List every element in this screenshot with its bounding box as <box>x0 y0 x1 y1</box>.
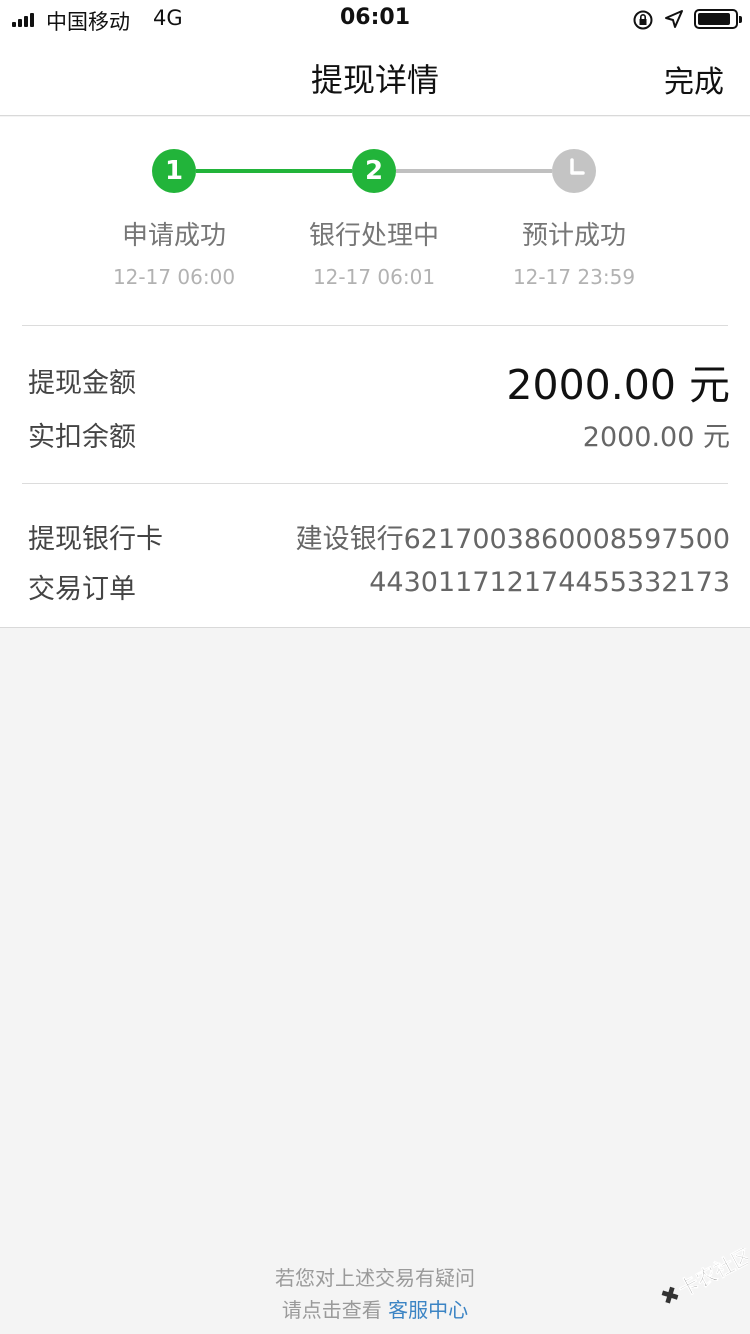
order-label: 交易订单 <box>28 574 136 605</box>
step-2-label: 银行处理中 <box>308 221 439 251</box>
step-connector-pending <box>396 169 552 173</box>
customer-service-link[interactable]: 客服中心 <box>388 1298 468 1322</box>
amount-value: 2000.00 元 <box>506 361 730 409</box>
order-number-value: 443011712174455332173 <box>369 567 730 598</box>
bank-card-label: 提现银行卡 <box>28 524 163 555</box>
watermark-text: 卡农社区 <box>674 1248 748 1302</box>
battery-icon <box>694 9 742 29</box>
help-footer: 若您对上述交易有疑问 请点击查看 客服中心 <box>0 1262 750 1326</box>
step-1-label: 申请成功 <box>121 221 226 251</box>
amount-label: 提现金额 <box>28 368 136 399</box>
header-area: 中国移动 4G 06:01 提现详情 完成 <box>0 0 750 116</box>
location-icon <box>665 10 683 28</box>
step-2-indicator: 2 <box>352 149 396 193</box>
step-1-indicator: 1 <box>152 149 196 193</box>
step-3-label: 预计成功 <box>521 221 626 251</box>
help-text: 若您对上述交易有疑问 <box>275 1266 475 1290</box>
deducted-balance-value: 2000.00 元 <box>582 422 730 453</box>
bank-card-value: 建设银行6217003860008597500 <box>295 524 730 555</box>
page-title: 提现详情 <box>310 61 439 99</box>
step-2-time: 12-17 06:01 <box>312 265 436 289</box>
divider <box>22 325 728 326</box>
rotation-lock-icon <box>633 10 653 30</box>
step-3-time: 12-17 23:59 <box>512 265 636 289</box>
help-prefix: 请点击查看 <box>281 1298 389 1322</box>
clock-icon <box>552 149 596 193</box>
done-button[interactable]: 完成 <box>664 57 724 101</box>
withdrawal-detail-card: 1 2 申请成功 银行处理中 预计成功 12-17 06:00 12-17 06… <box>0 117 750 628</box>
step-connector-done <box>196 169 352 173</box>
deducted-balance-label: 实扣余额 <box>28 422 136 453</box>
step-1-time: 12-17 06:00 <box>112 265 236 289</box>
help-link-row: 请点击查看 客服中心 <box>0 1294 750 1326</box>
status-bar: 中国移动 4G 06:01 <box>0 0 750 40</box>
progress-steps: 1 2 申请成功 银行处理中 预计成功 12-17 06:00 12-17 06… <box>0 117 750 325</box>
watermark-logo: ✖ 卡农社区 <box>657 1248 748 1308</box>
divider <box>22 483 728 484</box>
